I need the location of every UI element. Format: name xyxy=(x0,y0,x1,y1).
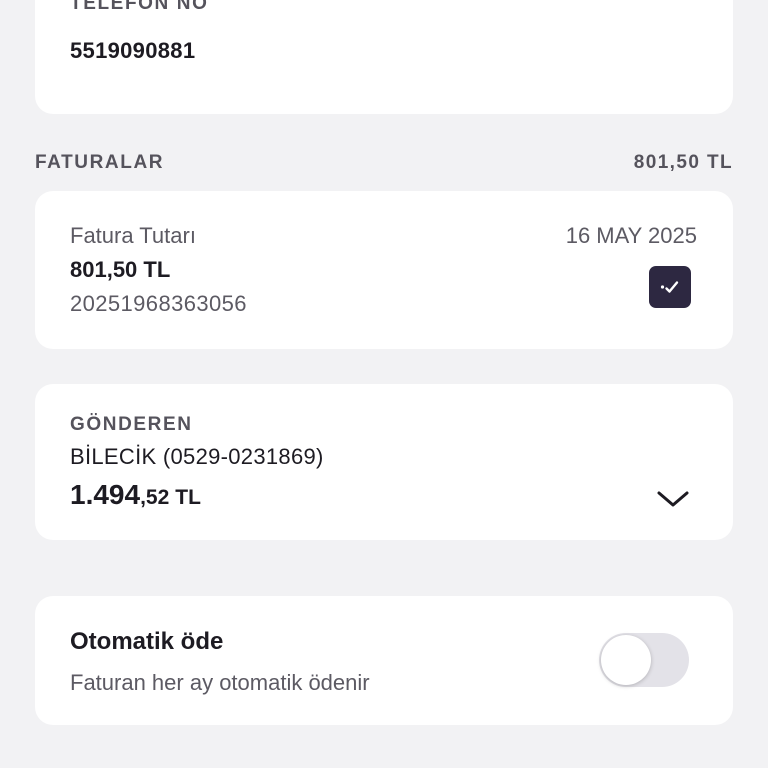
invoice-date: 16 MAY 2025 xyxy=(565,223,697,248)
sender-card[interactable]: GÖNDEREN BİLECİK (0529-0231869) 1.494,52… xyxy=(35,384,733,540)
sender-balance-integer: 1.494 xyxy=(70,479,141,510)
invoices-total: 801,50 TL xyxy=(633,152,733,173)
phone-card: TELEFON NO 5519090881 xyxy=(35,0,733,114)
sender-balance: 1.494,52 TL xyxy=(70,479,201,511)
check-icon xyxy=(660,281,679,293)
invoice-card[interactable]: Fatura Tutarı 801,50 TL 20251968363056 1… xyxy=(35,191,733,349)
invoices-title: FATURALAR xyxy=(35,152,165,173)
chevron-down-icon[interactable] xyxy=(655,487,691,511)
toggle-knob xyxy=(601,635,651,685)
autopay-toggle[interactable] xyxy=(599,633,689,687)
sender-name: BİLECİK (0529-0231869) xyxy=(70,444,324,469)
invoices-header: FATURALAR 801,50 TL xyxy=(35,152,733,176)
invoice-checkbox[interactable] xyxy=(649,266,691,308)
autopay-card: Otomatik öde Faturan her ay otomatik öde… xyxy=(35,596,733,725)
sender-label: GÖNDEREN xyxy=(70,414,193,435)
sender-balance-decimal: ,52 xyxy=(140,486,170,509)
invoice-amount: 801,50 TL xyxy=(70,257,171,282)
autopay-subtitle: Faturan her ay otomatik ödenir xyxy=(70,670,370,695)
invoice-label: Fatura Tutarı xyxy=(70,223,196,248)
invoice-number: 20251968363056 xyxy=(70,291,247,316)
sender-balance-currency: TL xyxy=(175,486,201,509)
phone-value: 5519090881 xyxy=(70,38,196,63)
phone-label: TELEFON NO xyxy=(70,0,209,14)
autopay-title: Otomatik öde xyxy=(70,628,224,655)
